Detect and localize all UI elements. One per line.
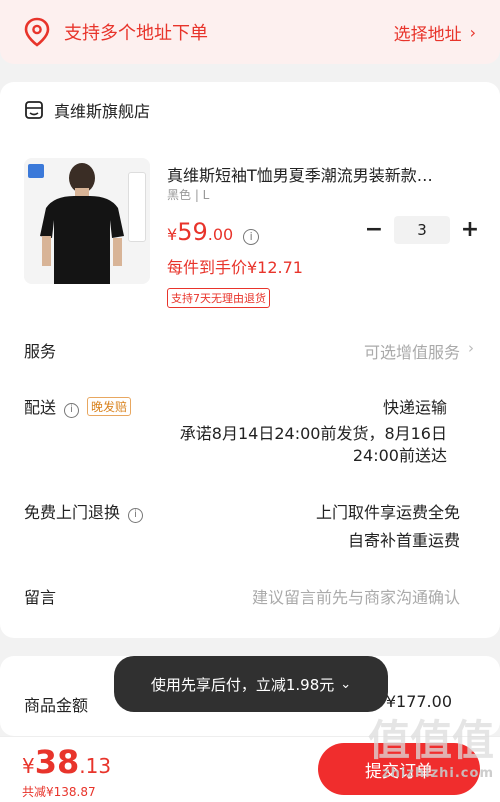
total-saving: 共减¥138.87	[22, 785, 96, 799]
total-decimal: .13	[79, 754, 112, 778]
chevron-down-icon: ⌄	[340, 676, 352, 692]
order-card: 真维斯旗舰店 真维斯短袖T恤男夏季潮流男装新款… 黑色 | L ¥ 59 .00…	[0, 82, 500, 638]
chevron-right-icon[interactable]: ›	[468, 339, 474, 357]
product-image[interactable]	[24, 158, 150, 284]
select-address-label: 选择地址	[393, 24, 462, 45]
price-decimal: .00	[207, 225, 234, 244]
late-compensation-tag: 晚发赔	[87, 397, 132, 416]
quantity-stepper: − 3 +	[362, 216, 482, 244]
return-pickup-label-group: 免费上门退换 i	[24, 499, 144, 523]
final-unit-price: 每件到手价¥12.71	[167, 258, 303, 277]
product-price: ¥ 59 .00 i	[167, 218, 260, 246]
price-integer: 59	[177, 218, 208, 246]
service-value[interactable]: 可选增值服务	[364, 339, 460, 363]
message-input[interactable]: 建议留言前先与商家沟通确认	[252, 584, 460, 608]
return-pickup-label: 免费上门退换	[24, 503, 121, 522]
quantity-input[interactable]: 3	[394, 216, 450, 244]
toast-text: 使用先享后付，立减1.98元	[150, 675, 335, 694]
pay-later-toast[interactable]: 使用先享后付，立减1.98元 ⌄	[114, 656, 388, 712]
delivery-label: 配送	[24, 398, 57, 417]
address-bar-label: 支持多个地址下单	[64, 23, 208, 44]
increase-quantity-button[interactable]: +	[458, 218, 482, 242]
brand-badge	[28, 164, 44, 178]
decrease-quantity-button[interactable]: −	[362, 218, 386, 242]
store-icon	[25, 101, 43, 119]
total-integer: 38	[34, 743, 80, 781]
product-title[interactable]: 真维斯短袖T恤男夏季潮流男装新款…	[167, 162, 472, 186]
info-icon[interactable]: i	[128, 508, 144, 523]
return-pickup-line1: 上门取件享运费全免	[315, 503, 460, 522]
return-pickup-line2: 自寄补首重运费	[347, 531, 460, 550]
service-label: 服务	[24, 342, 57, 361]
delivery-method: 快递运输	[382, 398, 447, 417]
store-header[interactable]: 真维斯旗舰店	[24, 98, 150, 122]
info-icon[interactable]: i	[243, 229, 260, 245]
total-currency: ¥	[22, 754, 35, 778]
color-swatch-strip	[128, 172, 146, 242]
price-currency: ¥	[167, 225, 178, 244]
goods-amount-value: ¥177.00	[385, 692, 452, 711]
delivery-label-group: 配送 i 晚发赔	[24, 394, 132, 418]
info-icon[interactable]: i	[64, 403, 80, 418]
product-spec: 黑色 | L	[167, 188, 210, 202]
return-policy-tag: 支持7天无理由退货	[167, 288, 270, 308]
delivery-promise-line2: 24:00前送达	[352, 446, 447, 465]
location-pin-icon	[24, 17, 50, 47]
address-bar[interactable]: 支持多个地址下单 选择地址 ›	[0, 0, 500, 64]
total-price: ¥ 38 .13	[22, 743, 111, 781]
select-address-link[interactable]: 选择地址 ›	[394, 20, 476, 45]
store-name: 真维斯旗舰店	[54, 102, 151, 121]
checkout-bar: ¥ 38 .13 共减¥138.87 提交订单	[0, 736, 500, 802]
submit-order-button[interactable]: 提交订单	[318, 743, 480, 795]
message-label: 留言	[24, 588, 57, 607]
chevron-right-icon: ›	[469, 22, 476, 42]
goods-amount-label: 商品金额	[24, 696, 89, 715]
delivery-promise-line1: 承诺8月14日24:00前发货，8月16日	[179, 424, 447, 443]
